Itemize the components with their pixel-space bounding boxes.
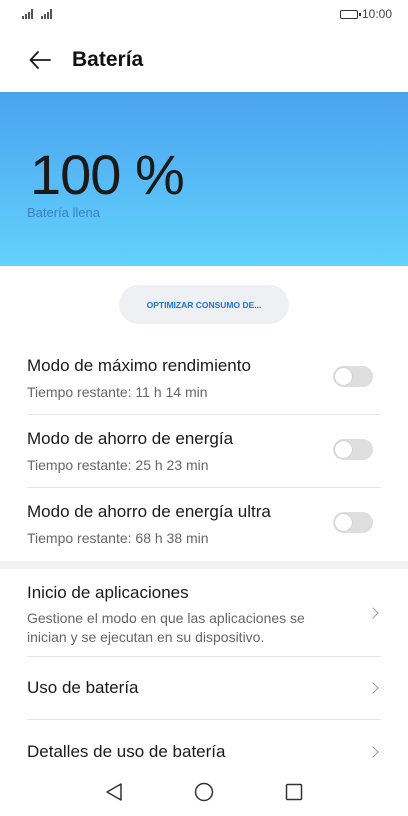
- mode-subtitle: Tiempo restante: 25 h 23 min: [27, 457, 209, 473]
- page-title: Batería: [72, 48, 144, 71]
- mode-subtitle: Tiempo restante: 68 h 38 min: [27, 530, 209, 546]
- signal-sim1-icon: [22, 9, 33, 19]
- nav-item-description: Gestione el modo en que las aplicaciones…: [27, 610, 305, 645]
- triangle-back-icon: [106, 783, 122, 801]
- signal-sim2-icon: [41, 9, 52, 19]
- status-time: 10:00: [361, 7, 392, 21]
- mode-title: Modo de máximo rendimiento: [27, 356, 251, 375]
- nav-item-app-launch[interactable]: Inicio de aplicaciones Gestione el modo …: [27, 569, 381, 657]
- status-bar: 10:00: [0, 0, 408, 28]
- power-saving-toggle[interactable]: [333, 439, 373, 460]
- ultra-power-saving-toggle[interactable]: [333, 512, 373, 533]
- arrow-left-icon: [29, 51, 51, 69]
- system-recents-button[interactable]: [282, 780, 306, 804]
- battery-status-text: Batería llena: [27, 205, 100, 220]
- section-divider: [0, 561, 408, 569]
- mode-title: Modo de ahorro de energía ultra: [27, 502, 271, 521]
- toggle-knob: [335, 514, 352, 531]
- nav-item-title: Uso de batería: [27, 678, 139, 697]
- toggle-knob: [335, 368, 352, 385]
- optimize-consumption-button[interactable]: OPTIMIZAR CONSUMO DE...: [119, 285, 289, 324]
- app-bar: Batería: [0, 36, 408, 84]
- toggle-knob: [335, 441, 352, 458]
- mode-subtitle: Tiempo restante: 11 h 14 min: [27, 384, 208, 400]
- max-performance-toggle[interactable]: [333, 366, 373, 387]
- battery-level-text: 100 %: [30, 143, 185, 206]
- mode-title: Modo de ahorro de energía: [27, 429, 234, 448]
- nav-item-title: Inicio de aplicaciones: [27, 583, 189, 602]
- mode-row-power-saving[interactable]: Modo de ahorro de energía Tiempo restant…: [27, 415, 381, 488]
- status-right: 10:00: [339, 7, 392, 21]
- square-recents-icon: [285, 783, 303, 801]
- mode-row-ultra-power-saving[interactable]: Modo de ahorro de energía ultra Tiempo r…: [27, 488, 381, 561]
- system-back-button[interactable]: [102, 780, 126, 804]
- nav-item-title: Detalles de uso de batería: [27, 742, 226, 761]
- back-button[interactable]: [26, 46, 54, 74]
- system-home-button[interactable]: [192, 780, 216, 804]
- mode-row-max-performance[interactable]: Modo de máximo rendimiento Tiempo restan…: [27, 342, 381, 415]
- battery-icon: [339, 9, 361, 19]
- system-navigation-bar: [0, 768, 408, 816]
- signal-indicators: [22, 9, 52, 19]
- battery-hero: 100 % Batería llena: [0, 92, 408, 266]
- nav-item-battery-usage-details[interactable]: Detalles de uso de batería: [27, 720, 381, 768]
- circle-home-icon: [194, 782, 214, 802]
- nav-item-battery-usage[interactable]: Uso de batería: [27, 657, 381, 720]
- chevron-right-icon: [367, 607, 379, 619]
